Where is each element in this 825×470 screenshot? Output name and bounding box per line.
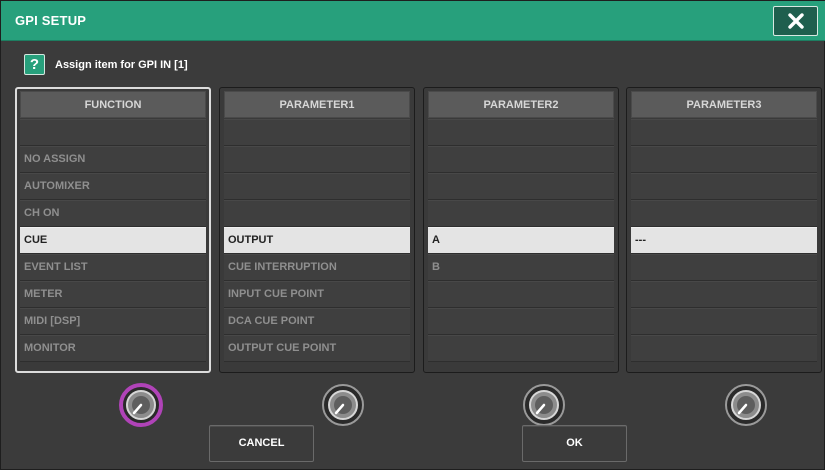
list-item[interactable]: CH ON: [20, 200, 206, 227]
list-item[interactable]: METER: [20, 281, 206, 308]
list-item-selected[interactable]: A: [428, 227, 614, 254]
gpi-setup-dialog: GPI SETUP ? Assign item for GPI IN [1] F…: [0, 0, 825, 470]
help-row: ? Assign item for GPI IN [1]: [24, 54, 188, 75]
list-item[interactable]: [428, 200, 614, 227]
function-encoder-knob[interactable]: [119, 383, 163, 427]
list-item[interactable]: [428, 119, 614, 146]
list-item[interactable]: [428, 281, 614, 308]
list-item[interactable]: INPUT CUE POINT: [224, 281, 410, 308]
close-icon: [787, 13, 804, 29]
title-bar: GPI SETUP: [1, 1, 825, 41]
parameter1-encoder-knob[interactable]: [321, 383, 365, 427]
encoder-knob-icon: [119, 383, 163, 427]
dialog-title: GPI SETUP: [15, 13, 87, 28]
list-item-selected[interactable]: CUE: [20, 227, 206, 254]
list-item[interactable]: [631, 281, 817, 308]
list-item[interactable]: [428, 146, 614, 173]
encoder-knob-icon: [523, 384, 565, 426]
list-item-selected[interactable]: ---: [631, 227, 817, 254]
column-header: FUNCTION: [20, 91, 206, 118]
list-item[interactable]: [631, 335, 817, 362]
list-item[interactable]: [224, 173, 410, 200]
list-item-selected[interactable]: OUTPUT: [224, 227, 410, 254]
list-item[interactable]: OUTPUT CUE POINT: [224, 335, 410, 362]
list-item[interactable]: [631, 254, 817, 281]
help-text: Assign item for GPI IN [1]: [55, 58, 188, 71]
cancel-button[interactable]: CANCEL: [209, 425, 314, 462]
list-item[interactable]: B: [428, 254, 614, 281]
list-item[interactable]: [631, 200, 817, 227]
list-item[interactable]: [428, 173, 614, 200]
column-header: PARAMETER3: [631, 91, 817, 118]
encoder-knob-icon: [725, 384, 767, 426]
list-item[interactable]: NO ASSIGN: [20, 146, 206, 173]
column-parameter3: PARAMETER3 ---: [626, 87, 822, 373]
column-header: PARAMETER2: [428, 91, 614, 118]
list-item[interactable]: [224, 119, 410, 146]
list-item[interactable]: CUE INTERRUPTION: [224, 254, 410, 281]
encoder-knob-icon: [322, 384, 364, 426]
list-item[interactable]: EVENT LIST: [20, 254, 206, 281]
list-item[interactable]: [631, 173, 817, 200]
list-item[interactable]: [224, 200, 410, 227]
list-item[interactable]: MIDI [DSP]: [20, 308, 206, 335]
list-item[interactable]: [631, 119, 817, 146]
close-button[interactable]: [773, 6, 818, 36]
list-item[interactable]: [631, 146, 817, 173]
list-item[interactable]: [224, 146, 410, 173]
list-item[interactable]: [631, 308, 817, 335]
column-parameter2: PARAMETER2 A B: [423, 87, 619, 373]
help-icon[interactable]: ?: [24, 54, 45, 75]
list-item[interactable]: DCA CUE POINT: [224, 308, 410, 335]
column-parameter1: PARAMETER1 OUTPUT CUE INTERRUPTION INPUT…: [219, 87, 415, 373]
column-header: PARAMETER1: [224, 91, 410, 118]
list-item[interactable]: MONITOR: [20, 335, 206, 362]
list-item[interactable]: AUTOMIXER: [20, 173, 206, 200]
list-item[interactable]: [20, 119, 206, 146]
parameter2-encoder-knob[interactable]: [522, 383, 566, 427]
column-function: FUNCTION NO ASSIGN AUTOMIXER CH ON CUE E…: [15, 87, 211, 373]
ok-button[interactable]: OK: [522, 425, 627, 462]
list-item[interactable]: [428, 308, 614, 335]
parameter3-encoder-knob[interactable]: [724, 383, 768, 427]
list-item[interactable]: [428, 335, 614, 362]
